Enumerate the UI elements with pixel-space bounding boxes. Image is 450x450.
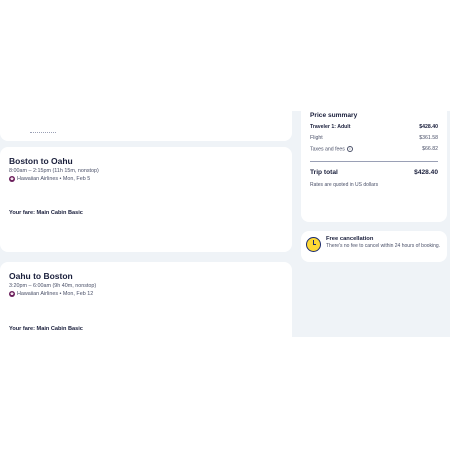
info-icon[interactable]: i	[346, 146, 353, 152]
flight-card-outbound: Boston to Oahu 8:00am – 2:15pm (11h 15m,…	[0, 147, 292, 252]
taxes-row: Taxes and fees i $66.82	[310, 146, 438, 152]
summary-divider	[310, 161, 438, 162]
taxes-value: $66.82	[422, 146, 438, 152]
flight-value: $361.58	[419, 135, 438, 141]
trip-total-label: Trip total	[310, 169, 338, 176]
price-summary-card: Price summary Traveler 1: Adult $428.40 …	[301, 111, 447, 222]
currency-note: Rates are quoted in US dollars	[310, 182, 379, 188]
traveler-value: $428.40	[419, 124, 438, 130]
flight-title: Oahu to Boston	[9, 271, 73, 281]
flight-time: 8:00am – 2:15pm (11h 15m, nonstop)	[9, 168, 99, 174]
cancellation-title: Free cancellation	[326, 236, 374, 242]
divider	[30, 132, 56, 135]
airline-info: Hawaiian Airlines • Mon, Feb 5	[17, 176, 91, 182]
airline-row: Hawaiian Airlines • Mon, Feb 5	[9, 176, 90, 182]
checkout-viewport: Boston to Oahu 8:00am – 2:15pm (11h 15m,…	[0, 111, 450, 337]
flight-card-return: Oahu to Boston 3:20pm – 6:00am (9h 40m, …	[0, 262, 292, 337]
airline-info: Hawaiian Airlines • Mon, Feb 12	[17, 291, 94, 297]
price-summary-title: Price summary	[310, 112, 358, 119]
hawaiian-airlines-logo-icon	[9, 176, 15, 182]
previous-card	[0, 111, 292, 141]
clock-icon	[306, 237, 321, 252]
hawaiian-airlines-logo-icon	[9, 291, 15, 297]
free-cancellation-card: Free cancellation There's no fee to canc…	[301, 231, 447, 262]
fare-label: Your fare: Main Cabin Basic	[9, 326, 83, 332]
traveler-label: Traveler 1: Adult	[310, 124, 351, 130]
trip-total-row: Trip total $428.40	[310, 169, 438, 176]
flight-title: Boston to Oahu	[9, 156, 73, 166]
airline-row: Hawaiian Airlines • Mon, Feb 12	[9, 291, 93, 297]
fare-label: Your fare: Main Cabin Basic	[9, 210, 83, 216]
flight-label: Flight	[310, 135, 323, 141]
traveler-row: Traveler 1: Adult $428.40	[310, 124, 438, 130]
flight-time: 3:20pm – 6:00am (9h 40m, nonstop)	[9, 283, 97, 289]
taxes-label: Taxes and fees	[310, 146, 345, 153]
cancellation-description: There's no fee to cancel within 24 hours…	[326, 243, 441, 249]
trip-total-value: $428.40	[414, 169, 438, 176]
flight-price-row: Flight $361.58	[310, 135, 438, 141]
